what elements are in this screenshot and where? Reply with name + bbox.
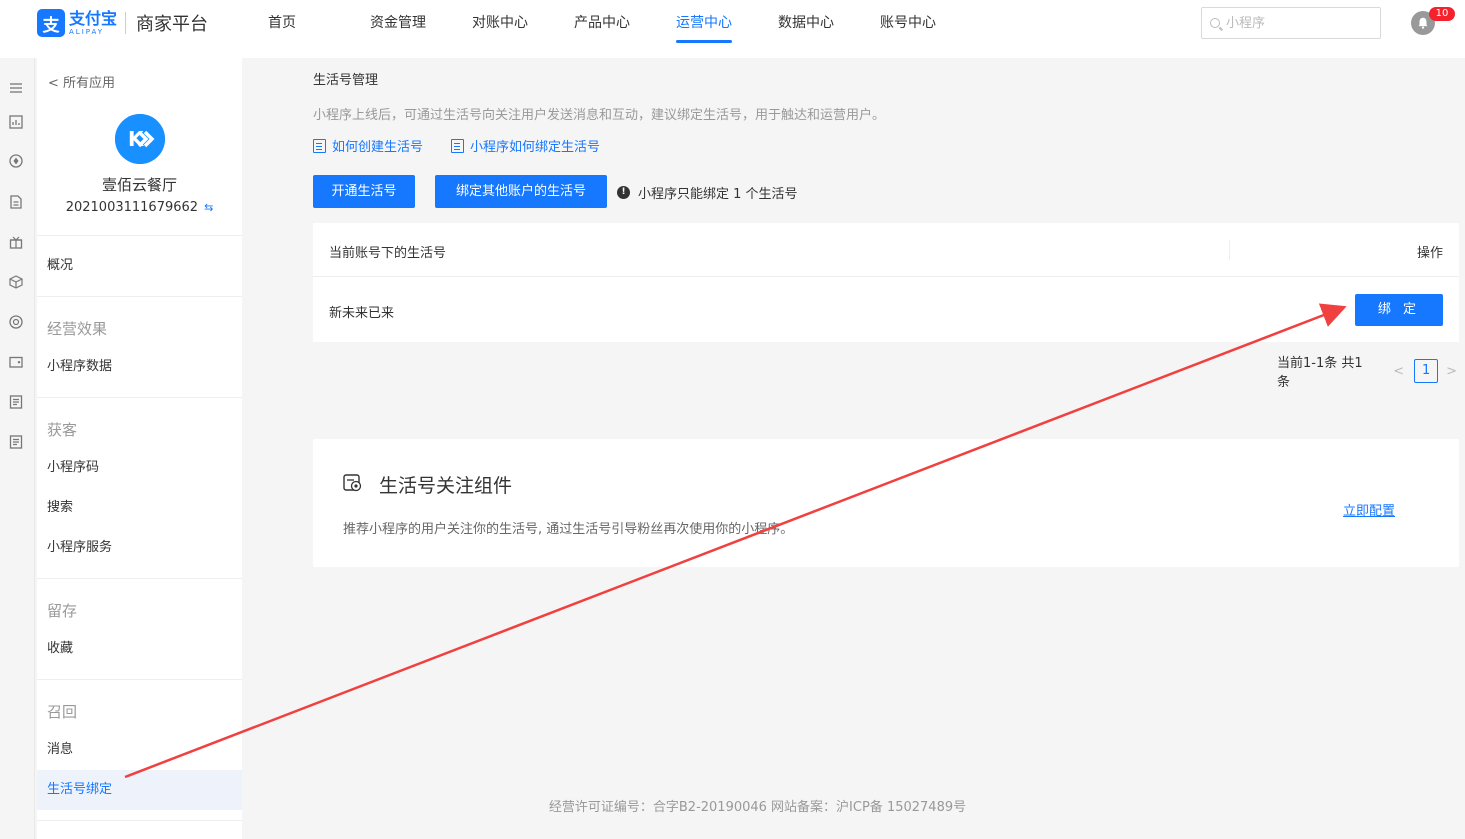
- column-header-name: 当前账号下的生活号: [329, 246, 447, 261]
- nav-funds[interactable]: 资金管理: [370, 0, 472, 46]
- open-lifeaccount-button[interactable]: 开通生活号: [313, 175, 415, 208]
- logo-text-en: ALIPAY: [69, 27, 105, 36]
- alipay-logo-icon: 支: [37, 9, 65, 37]
- notification-badge: 10: [1429, 7, 1455, 21]
- nav-reconciliation[interactable]: 对账中心: [472, 0, 574, 46]
- side-menu: < 所有应用 K 壹佰云餐厅 2021003111679662 ⇆ 概况 经营效果…: [37, 58, 242, 839]
- menu-group-retention: 留存: [47, 602, 78, 620]
- card-description: 推荐小程序的用户关注你的生活号, 通过生活号引导粉丝再次使用你的小程序。: [343, 522, 794, 537]
- pagination-total: 当前1-1条 共1条: [1277, 356, 1363, 390]
- alipay-logo[interactable]: 支 支付宝 ALIPAY 商家平台: [37, 8, 208, 38]
- column-header-action: 操作: [1416, 246, 1443, 261]
- cube-icon[interactable]: [8, 274, 24, 290]
- follow-widget-card: 生活号关注组件 推荐小程序的用户关注你的生活号, 通过生活号引导粉丝再次使用你的…: [313, 439, 1459, 567]
- help-link-bind-lifeaccount[interactable]: 小程序如何绑定生活号: [451, 136, 600, 155]
- badge-icon[interactable]: [8, 314, 24, 330]
- nav-account[interactable]: 账号中心: [880, 0, 982, 46]
- platform-name: 商家平台: [136, 14, 209, 35]
- sidebar-item-miniapp-service[interactable]: 小程序服务: [37, 528, 242, 568]
- lifeaccount-table: 当前账号下的生活号 操作 新未来已来 绑 定: [313, 223, 1459, 342]
- logo-text-cn: 支付宝: [69, 8, 118, 28]
- sidebar-item-miniapp-data[interactable]: 小程序数据: [37, 347, 242, 387]
- nav-home[interactable]: 首页: [268, 0, 370, 46]
- document-icon: [451, 138, 465, 153]
- nav-data[interactable]: 数据中心: [778, 0, 880, 46]
- nav-operations[interactable]: 运营中心: [676, 0, 778, 46]
- sidebar-item-messages[interactable]: 消息: [37, 730, 242, 770]
- svg-text:K: K: [128, 127, 145, 151]
- search-icon: [1210, 18, 1220, 28]
- gift-icon[interactable]: [8, 234, 24, 250]
- document-icon: [313, 138, 326, 153]
- wallet-icon[interactable]: [8, 354, 24, 370]
- menu-group-acquisition: 获客: [47, 421, 78, 439]
- configure-now-link[interactable]: 立即配置: [1343, 500, 1395, 519]
- bind-button[interactable]: 绑 定: [1355, 294, 1443, 326]
- sidebar-item-miniapp-code[interactable]: 小程序码: [37, 448, 242, 488]
- page-title: 生活号管理: [313, 73, 379, 88]
- page-description: 小程序上线后，可通过生活号向关注用户发送消息和互动，建议绑定生活号，用于触达和运…: [313, 108, 886, 123]
- list-icon[interactable]: [8, 394, 24, 410]
- bind-limit-tip: ! 小程序只能绑定 1 个生活号: [617, 183, 798, 202]
- lifeaccount-name: 新未来已来: [329, 306, 395, 321]
- footer-license-text: 经营许可证编号：合字B2-20190046 网站备案：沪ICP备 1502748…: [548, 800, 967, 815]
- help-link-create-lifeaccount[interactable]: 如何创建生活号: [313, 136, 423, 155]
- compass-icon[interactable]: [8, 153, 24, 169]
- footer: 经营许可证编号：合字B2-20190046 网站备案：沪ICP备 1502748…: [0, 796, 1465, 815]
- menu-icon[interactable]: [8, 80, 24, 96]
- sidebar-item-search[interactable]: 搜索: [37, 488, 242, 528]
- prev-page-icon[interactable]: <: [1393, 364, 1404, 379]
- app-logo-icon: K: [115, 114, 165, 164]
- back-to-all-apps-link[interactable]: < 所有应用: [48, 72, 115, 91]
- switch-app-icon[interactable]: ⇆: [204, 201, 213, 214]
- pagination: 当前1-1条 共1条 < 1 >: [1277, 356, 1465, 390]
- document-icon[interactable]: [8, 194, 24, 210]
- search-box[interactable]: [1201, 7, 1381, 39]
- bind-other-account-button[interactable]: 绑定其他账户的生活号: [435, 175, 607, 208]
- card-title: 生活号关注组件: [379, 475, 513, 497]
- app-id: 2021003111679662: [65, 200, 199, 215]
- widget-icon: [343, 474, 362, 492]
- menu-divider: [37, 296, 242, 297]
- top-bar: 支 支付宝 ALIPAY 商家平台 首页 资金管理 对账中心 产品中心 运营中心…: [0, 0, 1465, 58]
- menu-divider: [37, 578, 242, 579]
- menu-divider: [37, 679, 242, 680]
- next-page-icon[interactable]: >: [1446, 364, 1457, 379]
- logo-divider: [125, 12, 127, 34]
- menu-divider: [37, 397, 242, 398]
- notes-icon[interactable]: [8, 434, 24, 450]
- icon-rail: [0, 58, 35, 839]
- menu-divider: [37, 820, 242, 821]
- sidebar-item-overview[interactable]: 概况: [37, 246, 242, 286]
- main-nav: 首页 资金管理 对账中心 产品中心 运营中心 数据中心 账号中心: [268, 0, 982, 58]
- app-avatar: K: [115, 114, 165, 164]
- table-header: 当前账号下的生活号 操作: [313, 223, 1459, 277]
- menu-group-recall: 召回: [47, 703, 78, 721]
- menu-divider: [37, 235, 242, 236]
- menu-group-business: 经营效果: [47, 320, 108, 338]
- search-input[interactable]: [1226, 15, 1366, 31]
- nav-products[interactable]: 产品中心: [574, 0, 676, 46]
- info-icon: !: [617, 186, 630, 199]
- app-name: 壹佰云餐厅: [101, 176, 177, 194]
- bell-icon: [1418, 17, 1428, 29]
- page-number-button[interactable]: 1: [1414, 359, 1439, 383]
- help-links: 如何创建生活号 小程序如何绑定生活号: [313, 136, 628, 155]
- chart-icon[interactable]: [8, 114, 24, 130]
- sidebar-item-favorites[interactable]: 收藏: [37, 629, 242, 669]
- column-separator: [1229, 240, 1230, 260]
